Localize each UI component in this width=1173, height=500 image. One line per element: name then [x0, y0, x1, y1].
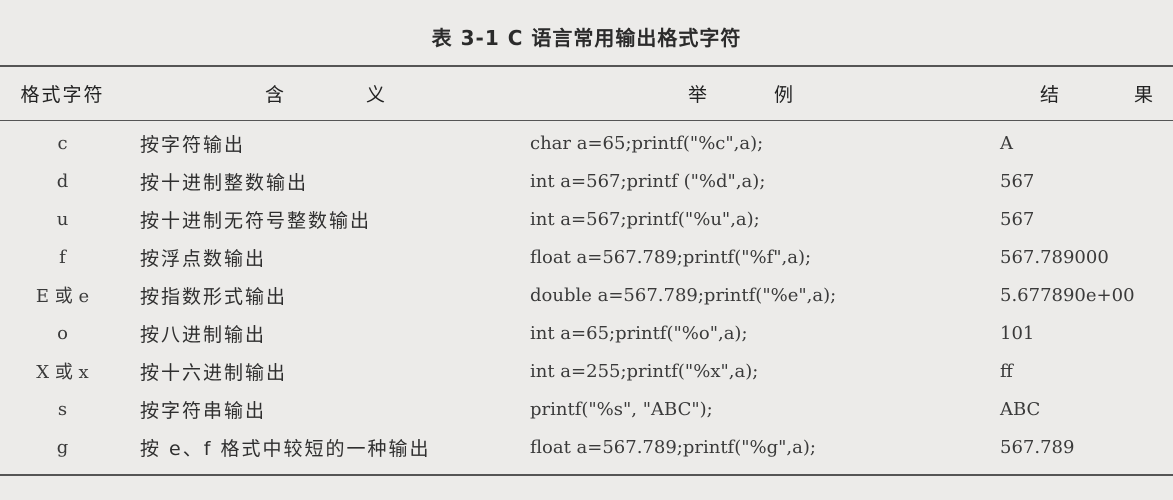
- meaning-cell: 按字符串输出: [140, 399, 267, 422]
- result-cell: 567: [1000, 170, 1035, 192]
- meaning-cell: 按八进制输出: [140, 323, 267, 346]
- format-cell: X 或 x: [36, 362, 89, 383]
- result-cell: 567: [1000, 208, 1035, 230]
- result-cell: 101: [1000, 322, 1035, 344]
- format-cell: E 或 e: [35, 286, 90, 307]
- example-cell: double a=567.789;printf("%e",a);: [530, 284, 837, 306]
- header-example: 举 例: [688, 67, 793, 120]
- header-rule: [0, 120, 1173, 121]
- example-cell: int a=65;printf("%o",a);: [530, 322, 748, 344]
- format-cell: s: [57, 398, 68, 420]
- meaning-cell: 按 e、f 格式中较短的一种输出: [140, 437, 431, 460]
- meaning-cell: 按十进制整数输出: [140, 171, 309, 194]
- example-cell: int a=567;printf ("%d",a);: [530, 170, 766, 192]
- example-cell: int a=255;printf("%x",a);: [530, 360, 759, 382]
- document-page: 表 3-1 C 语言常用输出格式字符 格式字符 含 义 举 例 结 果 c 按字…: [0, 0, 1173, 500]
- meaning-cell: 按浮点数输出: [140, 247, 267, 270]
- header-format: 格式字符: [20, 84, 105, 106]
- table-row: E 或 e 按指数形式输出 double a=567.789;printf("%…: [0, 276, 1173, 314]
- table-body: c 按字符输出 char a=65;printf("%c",a); A d 按十…: [0, 124, 1173, 466]
- header-result-char-2: 果: [1133, 84, 1153, 106]
- format-cell: g: [56, 436, 69, 458]
- table-row: X 或 x 按十六进制输出 int a=255;printf("%x",a); …: [0, 352, 1173, 390]
- header-result-char-1: 结: [1040, 84, 1060, 106]
- table-row: f 按浮点数输出 float a=567.789;printf("%f",a);…: [0, 238, 1173, 276]
- table-row: g 按 e、f 格式中较短的一种输出 float a=567.789;print…: [0, 428, 1173, 466]
- result-cell: ff: [1000, 360, 1013, 382]
- result-cell: A: [1000, 132, 1013, 154]
- example-cell: int a=567;printf("%u",a);: [530, 208, 760, 230]
- header-example-char-2: 例: [773, 84, 793, 106]
- format-cell: f: [59, 246, 66, 268]
- meaning-cell: 按十进制无符号整数输出: [140, 209, 372, 232]
- format-cell: u: [56, 208, 69, 230]
- meaning-cell: 按十六进制输出: [140, 361, 288, 384]
- table-row: c 按字符输出 char a=65;printf("%c",a); A: [0, 124, 1173, 162]
- format-cell: o: [57, 322, 68, 344]
- header-meaning-char-1: 含: [265, 84, 285, 106]
- table-row: u 按十进制无符号整数输出 int a=567;printf("%u",a); …: [0, 200, 1173, 238]
- example-cell: char a=65;printf("%c",a);: [530, 132, 764, 154]
- example-cell: float a=567.789;printf("%f",a);: [530, 246, 812, 268]
- table-caption: 表 3-1 C 语言常用输出格式字符: [431, 26, 742, 50]
- meaning-cell: 按指数形式输出: [140, 285, 288, 308]
- result-cell: 567.789000: [1000, 246, 1109, 268]
- header-result: 结 果: [1040, 67, 1153, 120]
- example-cell: float a=567.789;printf("%g",a);: [530, 436, 816, 458]
- result-cell: 567.789: [1000, 436, 1075, 458]
- bottom-rule: [0, 474, 1173, 476]
- format-cell: d: [56, 170, 69, 192]
- meaning-cell: 按字符输出: [140, 133, 246, 156]
- result-cell: 5.677890e+00: [1000, 284, 1135, 306]
- example-cell: printf("%s", "ABC");: [530, 398, 713, 420]
- table-row: o 按八进制输出 int a=65;printf("%o",a); 101: [0, 314, 1173, 352]
- header-meaning-char-2: 义: [365, 84, 385, 106]
- result-cell: ABC: [1000, 398, 1041, 420]
- header-meaning: 含 义: [265, 67, 385, 120]
- format-cell: c: [57, 132, 68, 154]
- header-example-char-1: 举: [688, 84, 708, 106]
- table-row: d 按十进制整数输出 int a=567;printf ("%d",a); 56…: [0, 162, 1173, 200]
- table-header-row: 格式字符 含 义 举 例 结 果: [0, 67, 1173, 120]
- table-row: s 按字符串输出 printf("%s", "ABC"); ABC: [0, 390, 1173, 428]
